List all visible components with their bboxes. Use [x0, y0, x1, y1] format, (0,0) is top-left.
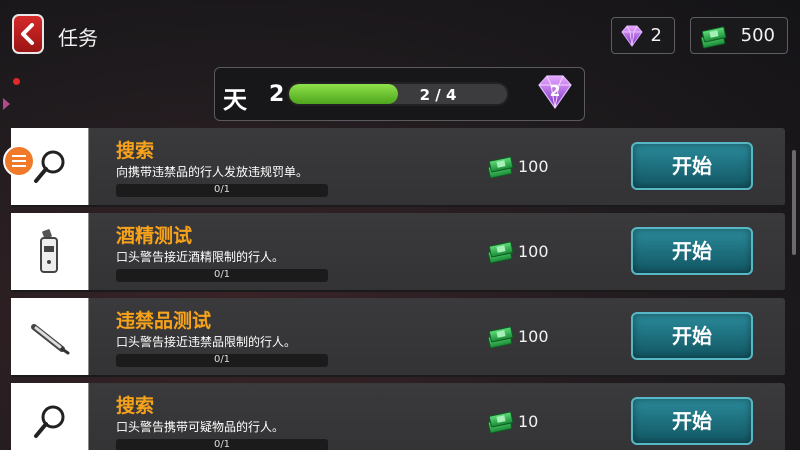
task-card: 搜索 向携带违禁品的行人发放违规罚单。 0/1 100 开始: [11, 128, 785, 207]
day-reward-gem[interactable]: 2: [535, 72, 575, 114]
day-reward-count: 2: [549, 82, 561, 100]
task-progress-bar: 0/1: [116, 354, 328, 367]
back-button[interactable]: [12, 14, 44, 54]
cash-stack-icon: [487, 326, 514, 349]
task-progress-bar: 0/1: [116, 269, 328, 282]
task-reward: 10: [486, 408, 538, 434]
task-title: 违禁品测试: [116, 310, 212, 332]
day-label: 天: [223, 86, 247, 114]
menu-button[interactable]: [3, 145, 35, 177]
cash-stack-icon: [487, 411, 514, 434]
task-progress-text: 0/1: [213, 354, 231, 365]
day-progress-panel: 天 2 2 / 4 2: [214, 67, 585, 121]
test-pen-icon: [30, 323, 69, 354]
task-card: 搜索 口头警告携带可疑物品的行人。 0/1 10 开始: [11, 383, 785, 450]
task-reward: 100: [486, 153, 549, 179]
cash-stack-icon: [487, 241, 514, 264]
start-button[interactable]: 开始: [631, 397, 753, 445]
task-progress-bar: 0/1: [116, 184, 328, 197]
cash-stack-icon: [487, 156, 514, 179]
task-progress-bar: 0/1: [116, 439, 328, 450]
task-icon-box: [11, 383, 89, 450]
diamond-icon: [621, 25, 643, 47]
cash-count: 500: [740, 25, 775, 46]
task-list: 搜索 向携带违禁品的行人发放违规罚单。 0/1 100 开始 酒精测试 口头警告…: [11, 128, 785, 450]
task-progress-text: 0/1: [213, 439, 231, 450]
task-icon-box: [11, 213, 89, 290]
task-reward: 100: [486, 238, 549, 264]
magnifier-icon: [33, 405, 64, 438]
start-button[interactable]: 开始: [631, 227, 753, 275]
task-card: 酒精测试 口头警告接近酒精限制的行人。 0/1 100 开始: [11, 213, 785, 292]
breathalyzer-icon: [39, 228, 58, 273]
hamburger-icon: [12, 155, 26, 157]
task-list-scrollbar[interactable]: [792, 150, 796, 255]
task-reward-amount: 100: [518, 241, 549, 261]
chevron-left-icon: [21, 23, 34, 45]
start-button[interactable]: 开始: [631, 142, 753, 190]
task-progress-text: 0/1: [213, 184, 231, 195]
task-icon-box: [11, 298, 89, 375]
gem-count: 2: [650, 25, 662, 46]
day-number: 2: [269, 82, 285, 107]
task-card: 违禁品测试 口头警告接近违禁品限制的行人。 0/1 100 开始: [11, 298, 785, 377]
cash-stack-icon: [700, 26, 727, 48]
magnifier-icon: [33, 150, 64, 183]
cash-counter[interactable]: 500: [690, 17, 788, 54]
task-description: 口头警告接近酒精限制的行人。: [116, 250, 285, 264]
side-tab-arrow-icon[interactable]: [3, 98, 10, 110]
task-reward-amount: 10: [518, 411, 539, 431]
task-progress-text: 0/1: [213, 269, 231, 280]
gem-counter[interactable]: 2: [611, 17, 675, 54]
task-title: 搜索: [116, 395, 155, 417]
task-description: 向携带违禁品的行人发放违规罚单。: [116, 165, 309, 179]
page-title: 任务: [58, 26, 98, 50]
task-reward: 100: [486, 323, 549, 349]
notification-dot: [13, 78, 20, 85]
day-progress-bar: 2 / 4: [287, 82, 509, 106]
task-title: 酒精测试: [116, 225, 193, 247]
top-bar: 任务 2 500: [0, 0, 800, 68]
task-title: 搜索: [116, 140, 155, 162]
task-reward-amount: 100: [518, 156, 549, 176]
task-description: 口头警告携带可疑物品的行人。: [116, 420, 285, 434]
task-reward-amount: 100: [518, 326, 549, 346]
start-button[interactable]: 开始: [631, 312, 753, 360]
day-progress-text: 2 / 4: [419, 86, 457, 104]
task-description: 口头警告接近违禁品限制的行人。: [116, 335, 297, 349]
